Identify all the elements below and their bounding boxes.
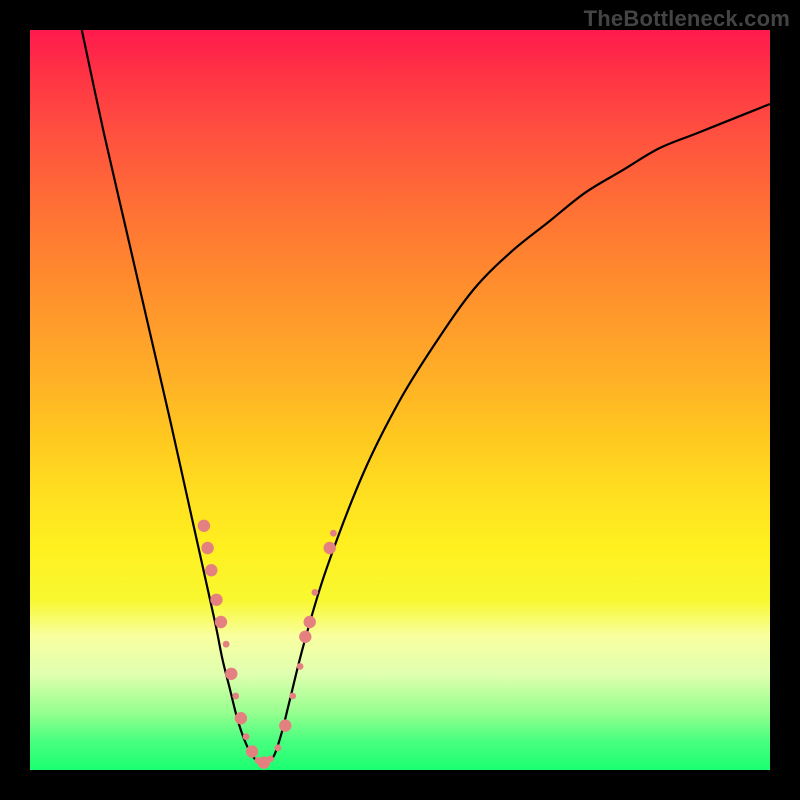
highlight-point bbox=[198, 520, 210, 532]
highlight-point bbox=[215, 616, 227, 628]
highlight-point bbox=[304, 616, 316, 628]
highlight-point bbox=[210, 594, 222, 606]
watermark-text: TheBottleneck.com bbox=[584, 6, 790, 32]
highlight-point bbox=[324, 542, 336, 554]
highlight-point bbox=[246, 745, 258, 757]
highlight-point bbox=[205, 564, 217, 576]
highlight-point bbox=[243, 733, 250, 740]
highlight-point bbox=[289, 693, 296, 700]
highlight-point bbox=[235, 712, 247, 724]
bottleneck-curve-line bbox=[82, 30, 770, 764]
highlight-point bbox=[299, 631, 311, 643]
highlight-point bbox=[330, 530, 337, 537]
highlight-point bbox=[312, 589, 319, 596]
highlight-point bbox=[232, 693, 239, 700]
chart-svg bbox=[30, 30, 770, 770]
plot-area bbox=[30, 30, 770, 770]
highlight-point bbox=[279, 719, 291, 731]
highlight-point bbox=[297, 663, 304, 670]
highlight-point bbox=[225, 668, 237, 680]
chart-container: TheBottleneck.com bbox=[0, 0, 800, 800]
highlight-point bbox=[267, 756, 274, 763]
highlight-point bbox=[201, 542, 213, 554]
highlight-point bbox=[275, 744, 282, 751]
highlight-point bbox=[223, 641, 230, 648]
